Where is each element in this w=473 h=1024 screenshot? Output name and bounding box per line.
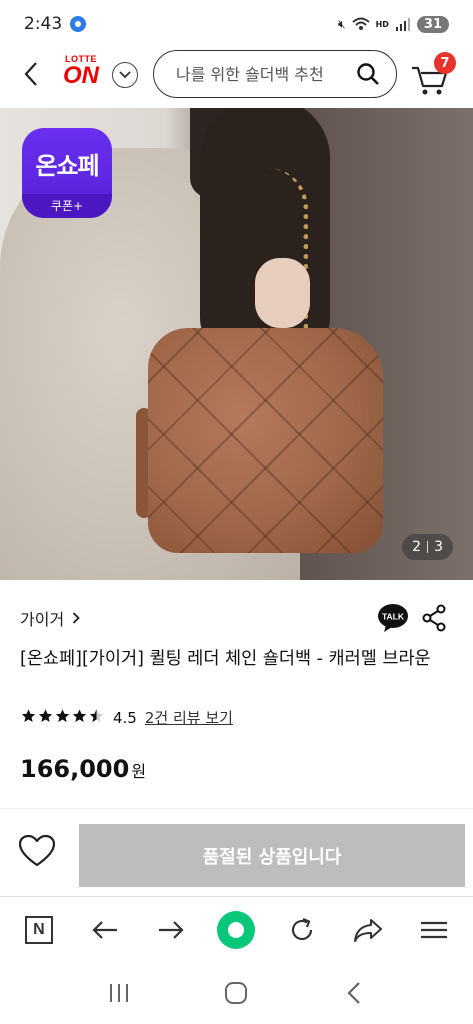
search-icon[interactable] (356, 62, 380, 86)
browser-menu-button[interactable] (412, 908, 456, 952)
recents-button[interactable] (99, 973, 139, 1013)
star-icon (55, 708, 70, 722)
mute-icon: 🔇︎ (338, 16, 346, 31)
half-star-icon (89, 708, 104, 722)
brand-name: 가이거 (20, 610, 65, 629)
location-icon (70, 16, 87, 32)
back-icon (347, 982, 360, 1004)
product-title: [온쇼페][가이거] 퀼팅 레더 체인 숄더백 - 캐러멜 브라운 (20, 649, 431, 669)
product-image-carousel[interactable]: 온쇼페 쿠폰+ 2 3 (0, 108, 473, 580)
share-button[interactable] (421, 604, 447, 632)
status-icons: 🔇︎ HD 31 (338, 15, 449, 33)
arrow-left-icon (92, 920, 117, 939)
pager-current: 2 (412, 539, 422, 555)
browser-back-button[interactable] (83, 908, 127, 952)
star-icon (21, 708, 36, 722)
price-amount: 166,000 (20, 755, 130, 783)
pager-divider (427, 541, 429, 553)
action-divider (0, 808, 473, 809)
coupon-subtitle: 쿠폰+ (22, 194, 112, 218)
soldout-button: 품절된 상품입니다 (79, 824, 465, 887)
naver-home-button[interactable]: N (17, 908, 61, 952)
share-icon (422, 604, 446, 632)
brand-link[interactable]: 가이거 (20, 606, 80, 630)
home-icon (225, 982, 248, 1004)
chevron-right-icon (73, 612, 80, 624)
naver-n-icon: N (24, 915, 53, 944)
app-header: LOTTE ON 7 (0, 48, 473, 106)
reload-button[interactable] (280, 908, 324, 952)
status-time: 2:43 (24, 14, 63, 34)
cart-count-badge: 7 (434, 52, 456, 74)
hd-voice-icon: HD (375, 19, 389, 29)
browser-share-button[interactable] (346, 908, 390, 952)
cart-button[interactable]: 7 (410, 52, 458, 96)
coupon-title: 온쇼페 (35, 152, 99, 180)
logo-main-text: ON (63, 62, 99, 89)
signal-icon (395, 18, 410, 31)
green-dot-icon (217, 910, 256, 949)
lotte-on-logo[interactable]: LOTTE ON (58, 54, 104, 94)
wishlist-button[interactable] (18, 834, 60, 874)
reviews-link[interactable]: 2건 리뷰 보기 (145, 707, 233, 728)
system-nav-bar (0, 962, 473, 1024)
wifi-icon (351, 17, 370, 30)
reload-icon (292, 917, 313, 940)
price-currency: 원 (131, 762, 147, 781)
back-button[interactable] (18, 58, 44, 90)
heart-icon (18, 834, 56, 867)
hamburger-icon (420, 921, 447, 938)
arrow-right-icon (158, 920, 184, 939)
browser-forward-button[interactable] (149, 908, 193, 952)
product-price: 166,000 원 (20, 755, 146, 783)
product-photo-hand (255, 258, 310, 328)
talk-icon: TALK (378, 604, 408, 632)
image-pager: 2 3 (402, 534, 453, 560)
pager-total: 3 (434, 539, 443, 555)
battery-indicator: 31 (416, 15, 449, 33)
green-dot-button[interactable] (214, 908, 258, 952)
share-arrow-icon (354, 918, 383, 942)
recents-icon (109, 984, 128, 1002)
browser-toolbar: N (0, 896, 473, 962)
rating-score: 4.5 (113, 708, 137, 727)
logo-menu-button[interactable] (112, 62, 138, 88)
search-input[interactable] (176, 64, 336, 84)
star-icon (72, 708, 87, 722)
talk-label: TALK (382, 612, 405, 622)
rating-stars (20, 708, 105, 728)
status-bar: 2:43 🔇︎ HD 31 (0, 0, 473, 48)
chevron-down-icon (119, 71, 131, 79)
star-icon (38, 708, 53, 722)
coupon-badge[interactable]: 온쇼페 쿠폰+ (22, 128, 112, 218)
search-box[interactable] (153, 50, 397, 98)
product-photo-bag (148, 328, 383, 553)
talk-button[interactable]: TALK (377, 603, 409, 633)
system-back-button[interactable] (334, 973, 374, 1013)
home-button[interactable] (216, 973, 256, 1013)
rating-row: 4.5 2건 리뷰 보기 (20, 707, 233, 728)
chevron-left-icon (24, 62, 37, 86)
